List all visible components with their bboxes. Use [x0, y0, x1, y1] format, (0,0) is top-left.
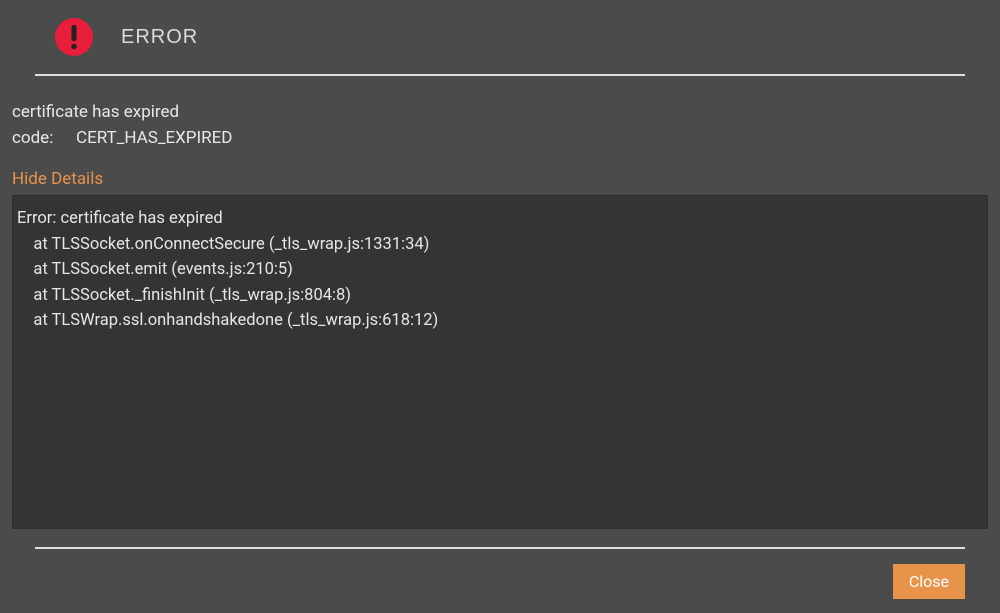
dialog-header: ERROR	[0, 0, 1000, 74]
stack-trace-box[interactable]: Error: certificate has expired at TLSSoc…	[12, 195, 988, 529]
error-icon	[55, 18, 93, 56]
dialog-footer: Close	[893, 564, 965, 599]
trace-line: at TLSSocket._finishInit (_tls_wrap.js:8…	[17, 283, 979, 309]
trace-line: at TLSWrap.ssl.onhandshakedone (_tls_wra…	[17, 308, 979, 334]
error-dialog: ERROR certificate has expired code: CERT…	[0, 0, 1000, 549]
error-code-line: code: CERT_HAS_EXPIRED	[12, 126, 988, 152]
error-code-label: code:	[12, 126, 76, 152]
trace-line: Error: certificate has expired	[17, 206, 979, 232]
dialog-title: ERROR	[121, 26, 198, 49]
error-message-area: certificate has expired code: CERT_HAS_E…	[0, 76, 1000, 169]
exclamation-icon	[70, 24, 78, 50]
divider-bottom	[35, 547, 965, 549]
error-code-value: CERT_HAS_EXPIRED	[76, 126, 232, 152]
error-message-text: certificate has expired	[12, 100, 988, 126]
close-button[interactable]: Close	[893, 564, 965, 599]
toggle-details-link[interactable]: Hide Details	[0, 169, 115, 195]
trace-line: at TLSSocket.onConnectSecure (_tls_wrap.…	[17, 232, 979, 258]
trace-line: at TLSSocket.emit (events.js:210:5)	[17, 257, 979, 283]
